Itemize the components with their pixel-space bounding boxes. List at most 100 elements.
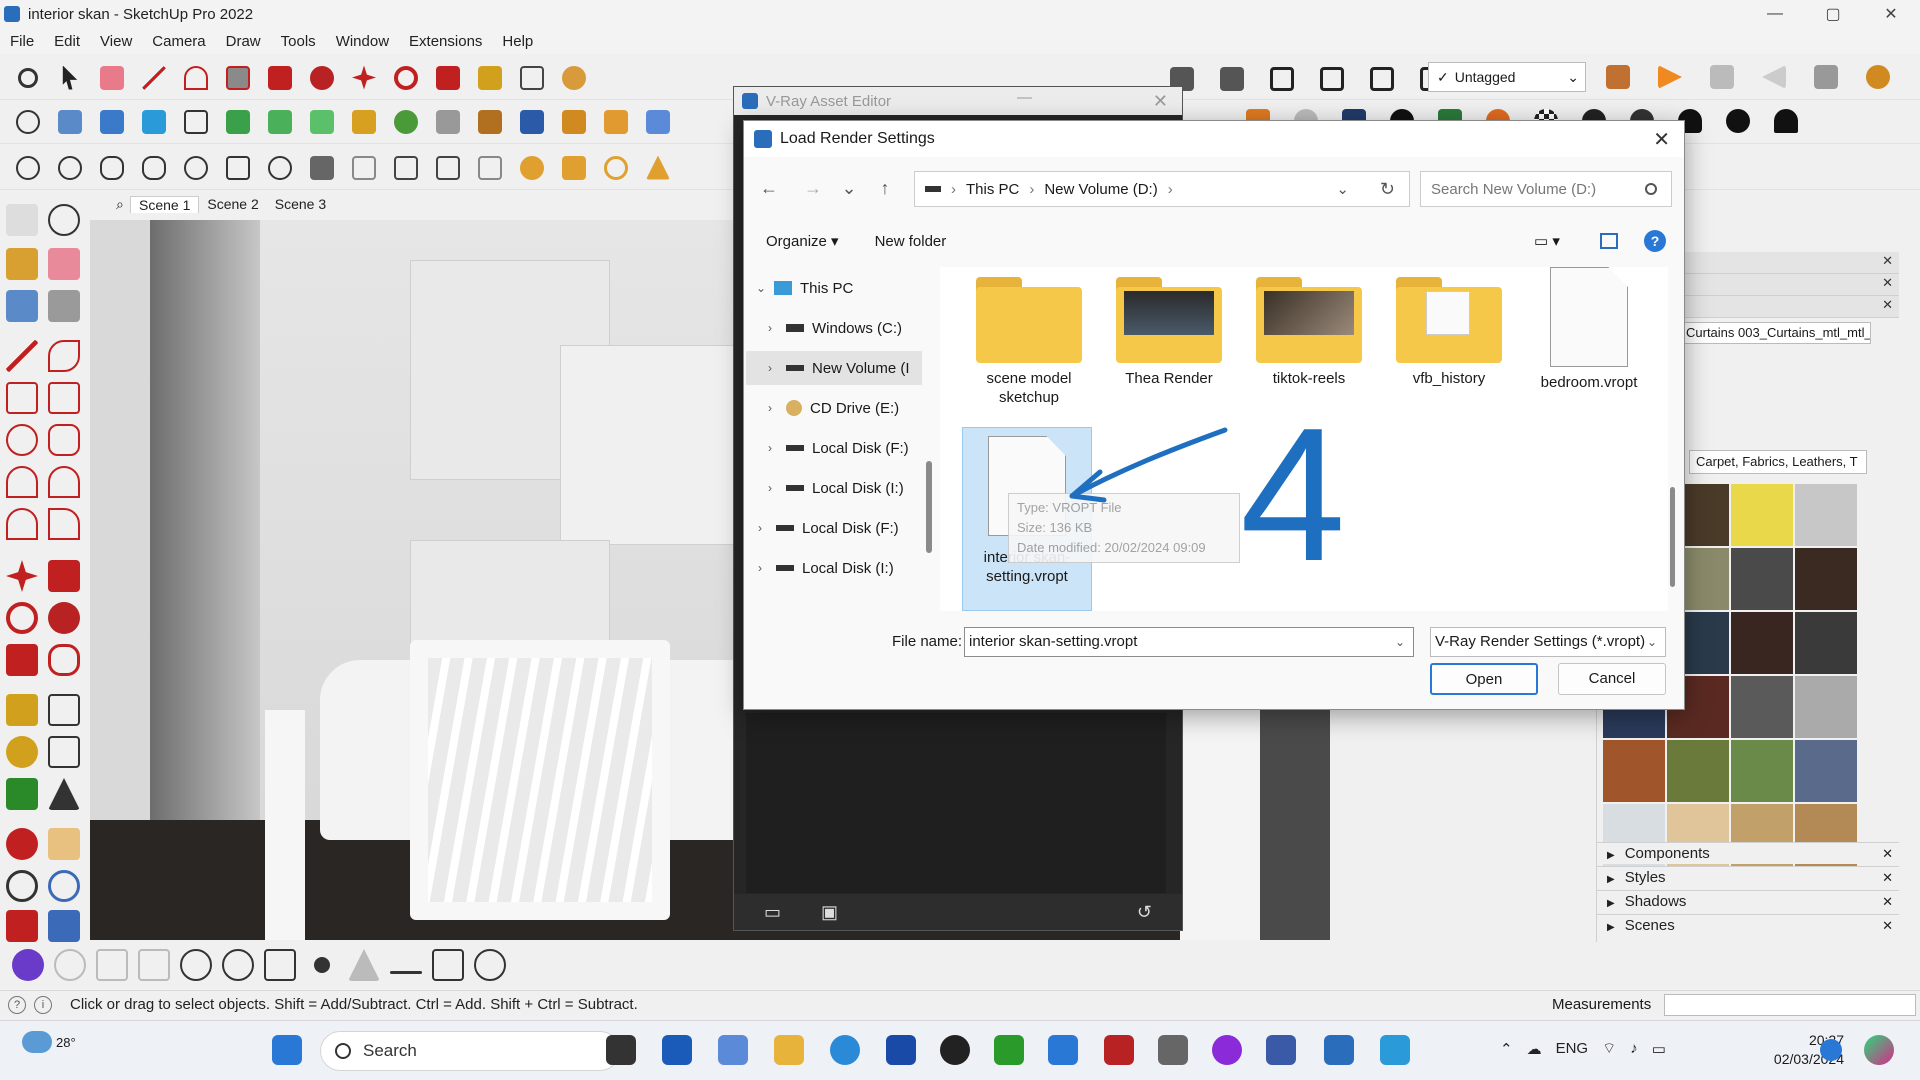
close-icon[interactable]: ✕: [1882, 297, 1893, 313]
text-tool-icon[interactable]: [514, 61, 550, 95]
intersect-icon[interactable]: [640, 105, 676, 139]
rotate-tool-icon[interactable]: [388, 61, 424, 95]
vray-plane-icon[interactable]: [432, 949, 464, 981]
menu-camera[interactable]: Camera: [142, 33, 215, 50]
dimension-icon[interactable]: [472, 105, 508, 139]
notepad-icon[interactable]: [1380, 1035, 1410, 1065]
file-item-folder[interactable]: scene model sketchup: [964, 277, 1094, 407]
tape-measure-icon[interactable]: [6, 694, 38, 726]
close-icon[interactable]: ✕: [1882, 275, 1893, 291]
weather-widget[interactable]: 28°: [22, 1031, 76, 1053]
cancel-button[interactable]: Cancel: [1558, 663, 1666, 695]
vray-sphere-icon[interactable]: [314, 957, 330, 973]
iso-view-icon[interactable]: [52, 105, 88, 139]
follow-me-icon[interactable]: [48, 602, 80, 634]
tag-tool-icon[interactable]: [48, 290, 80, 322]
menu-draw[interactable]: Draw: [216, 33, 271, 50]
tray-section-shadows[interactable]: ▶ Shadows ✕: [1597, 890, 1899, 912]
menu-edit[interactable]: Edit: [44, 33, 90, 50]
tray-section-styles[interactable]: ▶ Styles ✕: [1597, 866, 1899, 888]
view-options-button[interactable]: ▭ ▾: [1534, 232, 1560, 250]
taskbar-search[interactable]: Search: [320, 1031, 620, 1071]
vray-sphere-light-icon[interactable]: [598, 151, 634, 185]
file-item-folder[interactable]: tiktok-reels: [1244, 277, 1374, 388]
vray-cone-icon[interactable]: [348, 949, 380, 981]
tag-selector[interactable]: ✓ Untagged ⌄: [1428, 62, 1586, 92]
component-tool-icon[interactable]: [6, 290, 38, 322]
vray-cube-icon[interactable]: [264, 949, 296, 981]
tab-scene-1[interactable]: Scene 1: [130, 195, 200, 213]
vray-spot-light-icon[interactable]: [556, 151, 592, 185]
move-icon[interactable]: [6, 560, 38, 592]
open-button[interactable]: Open: [1430, 663, 1538, 695]
sandbox-icon[interactable]: [346, 105, 382, 139]
vray-teapot-2-icon[interactable]: [136, 151, 172, 185]
eraser-tool-icon[interactable]: [94, 61, 130, 95]
vray-omni-light-icon[interactable]: [514, 151, 550, 185]
stop-icon[interactable]: [1704, 60, 1740, 94]
file-item-file[interactable]: bedroom.vropt: [1524, 267, 1654, 392]
menu-help[interactable]: Help: [492, 33, 543, 50]
close-icon[interactable]: ✕: [1882, 891, 1893, 913]
rotate-icon[interactable]: [6, 602, 38, 634]
vray-line-icon[interactable]: [390, 970, 422, 974]
organize-button[interactable]: Organize ▾: [766, 232, 839, 250]
material-swatch[interactable]: [1731, 676, 1793, 738]
dialog-close-button[interactable]: ✕: [1653, 127, 1670, 152]
gear-icon[interactable]: [388, 105, 424, 139]
menu-file[interactable]: File: [0, 33, 44, 50]
close-icon[interactable]: ✕: [1882, 915, 1893, 937]
minimize-icon[interactable]: —: [1017, 89, 1032, 106]
start-icon[interactable]: [272, 1035, 302, 1065]
nav-item-local-disk-f[interactable]: › Local Disk (F:): [768, 431, 909, 465]
nav-item-this-pc[interactable]: ⌄ This PC: [756, 271, 853, 305]
address-bar[interactable]: › This PC › New Volume (D:) › ⌄ ↻: [914, 171, 1410, 207]
file-type-filter[interactable]: V-Ray Render Settings (*.vropt) ⌄: [1430, 627, 1666, 657]
close-icon[interactable]: ✕: [1882, 253, 1893, 269]
info-icon[interactable]: i: [34, 995, 52, 1014]
measurements-input[interactable]: [1664, 994, 1916, 1016]
line-tool-icon[interactable]: [136, 61, 172, 95]
recent-locations-button[interactable]: ⌄: [834, 178, 864, 199]
vray-mesh-icon[interactable]: [346, 151, 382, 185]
pie-icon[interactable]: [48, 508, 80, 540]
nav-item-local-disk-f-2[interactable]: › Local Disk (F:): [758, 511, 899, 545]
file-item-folder[interactable]: vfb_history: [1384, 277, 1514, 388]
calculator-icon[interactable]: [1158, 1035, 1188, 1065]
zoom-icon[interactable]: [6, 870, 38, 902]
file-item-folder[interactable]: Thea Render: [1104, 277, 1234, 388]
3d-text-icon[interactable]: [48, 778, 80, 810]
house-back-icon[interactable]: [1364, 62, 1400, 96]
breadcrumb-new-volume[interactable]: New Volume (D:): [1044, 181, 1157, 198]
app-purple-icon[interactable]: [1212, 1035, 1242, 1065]
tray-section-components[interactable]: ▶ Components ✕: [1597, 842, 1899, 864]
volume-icon[interactable]: ♪: [1630, 1040, 1638, 1057]
polygon-icon[interactable]: [48, 424, 80, 456]
search-icon[interactable]: ⌕: [108, 196, 130, 213]
new-folder-button[interactable]: New folder: [875, 233, 947, 250]
nav-item-local-disk-i-2[interactable]: › Local Disk (I:): [758, 551, 894, 585]
close-icon[interactable]: ✕: [1153, 91, 1168, 112]
vray-render-icon[interactable]: [10, 151, 46, 185]
tape-measure-tool-icon[interactable]: [472, 61, 508, 95]
lasso-icon[interactable]: [48, 204, 80, 236]
dimension-icon[interactable]: [48, 694, 80, 726]
material-swatch[interactable]: [1667, 740, 1729, 802]
person-icon[interactable]: [1768, 104, 1804, 138]
reset-icon[interactable]: ↺: [1137, 902, 1152, 923]
previous-view-icon[interactable]: [48, 910, 80, 942]
language-indicator[interactable]: ENG: [1556, 1040, 1589, 1057]
wifi-icon[interactable]: ⌔: [1602, 1039, 1616, 1058]
arc-icon[interactable]: [6, 466, 38, 498]
search-input[interactable]: Search New Volume (D:): [1420, 171, 1672, 207]
house-right-icon[interactable]: [1314, 62, 1350, 96]
position-camera-icon[interactable]: [1860, 60, 1896, 94]
close-button[interactable]: ✕: [1862, 0, 1920, 28]
walk-icon[interactable]: [514, 105, 550, 139]
help-button[interactable]: ?: [1644, 230, 1666, 252]
circle-icon[interactable]: [6, 424, 38, 456]
menu-view[interactable]: View: [90, 33, 142, 50]
outer-shell-icon[interactable]: [598, 105, 634, 139]
3-point-arc-icon[interactable]: [6, 508, 38, 540]
vray-snapshot-icon[interactable]: [138, 949, 170, 981]
